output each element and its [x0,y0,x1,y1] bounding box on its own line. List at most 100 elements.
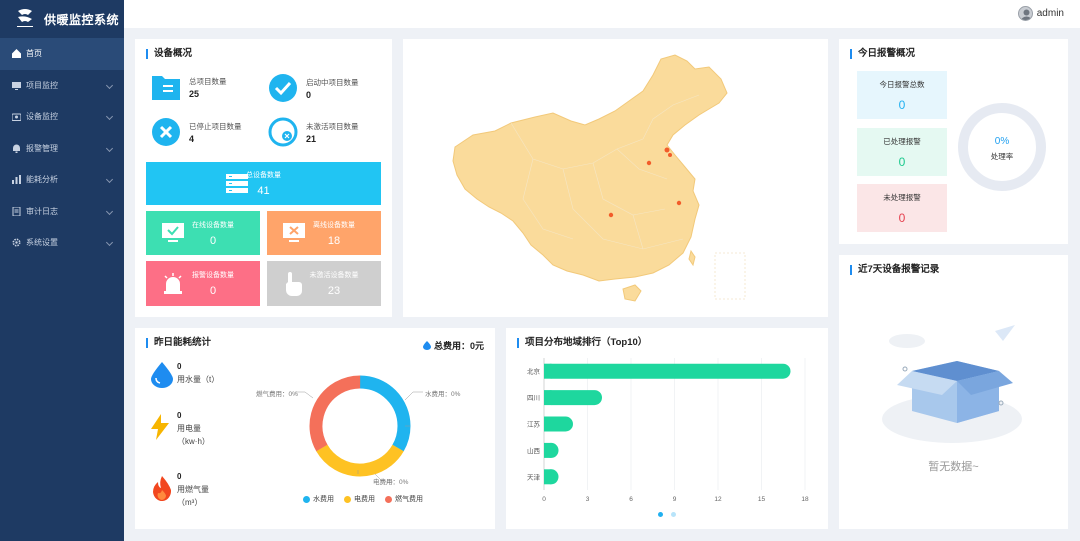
sidebar-item-5[interactable]: 能耗分析 [0,164,124,196]
y-category-label: 天津 [527,473,541,481]
user-menu[interactable]: admin [1017,6,1064,21]
alarm-box-label: 未处理报警 [883,192,921,202]
bar-base [544,442,552,458]
stat-inactive-projects: 未激活项目数量 21 [268,117,359,147]
gas-callout: 燃气费用：0% [256,391,298,398]
folder-icon [152,76,180,100]
alarm-box-value: 0 [898,97,906,112]
chevron-down-icon [105,238,114,247]
inactive-devices-tile[interactable]: 未激活设备数量 23 [267,261,381,306]
alarm-handled-box: 已处理报警 0 [857,128,947,176]
flame-icon [153,476,172,502]
offline-devices-tile[interactable]: 离线设备数量 18 [267,211,381,255]
empty-state-text: 暂无数据~ [928,461,979,473]
app-title: 供暖监控系统 [44,12,120,27]
sidebar: 供暖监控系统 首页 项目监控设备监控报警管理能耗分析 审计日志 系统设置 [0,0,124,541]
online-devices-tile[interactable]: 在线设备数量 0 [146,211,260,255]
camera-icon [12,112,21,122]
gear-icon [12,238,21,247]
south-sea-inset [714,252,746,300]
ranking-chart: 0 3 6 9 12 15 18 北京 四川 江苏 山西 天津 [506,328,828,529]
alarm-total-box: 今日报警总数 0 [857,71,947,119]
bell-icon [12,144,21,153]
bar-北京[interactable] [544,363,791,379]
sidebar-item-1[interactable]: 首页 [0,38,124,70]
marker-jiangsu[interactable] [676,200,682,206]
bar-四川[interactable] [544,390,602,406]
legend-gas[interactable]: 燃气费用 [385,494,423,504]
tile-label: 在线设备数量 [192,221,234,229]
alarm-overview-card: 今日报警概况 今日报警总数 0 已处理报警 0 未处理报警 0 0% 处理率 [839,39,1068,244]
bar-base [544,469,552,485]
stat-value: 25 [189,88,200,99]
handle-rate-ring [958,103,1046,191]
legend-electric[interactable]: 电费用 [344,494,375,504]
water-usage: 0 用水量（t） [177,362,219,385]
tile-label: 离线设备数量 [313,221,355,229]
bar-base [544,416,552,432]
app-logo: 供暖监控系统 [0,0,124,38]
map-land [452,54,728,282]
map-hainan [622,284,642,302]
map-card [403,39,828,317]
alarm-box-label: 已处理报警 [883,136,921,146]
chevron-down-icon [105,81,114,89]
y-category-label: 四川 [527,394,540,402]
alarm-box-value: 0 [898,154,906,169]
total-devices-tile[interactable]: 总设备数量 41 [146,162,381,205]
tile-label: 总设备数量 [246,172,281,179]
device-overview-card: 设备概况 总项目数量 25 启动中项目数量 0 已停止项目数量 4 未激活项目数量 21… [135,39,392,317]
user-name: admin [1036,8,1064,19]
stat-total-projects: 总项目数量 25 [151,73,227,101]
tile-value: 0 [209,285,217,297]
china-map[interactable] [403,39,828,317]
stat-label: 启动中项目数量 [306,77,359,87]
sidebar-item-4[interactable]: 报警管理 [0,133,124,165]
x-tick-label: 18 [801,496,809,503]
tile-value: 23 [327,285,341,297]
chevron-down-icon [105,144,114,152]
chevron-down-icon [105,112,114,121]
stat-value: 4 [189,133,195,144]
sidebar-item-label: 设备监控 [26,112,58,122]
chart-icon [12,175,21,185]
sidebar-item-label: 报警管理 [26,143,58,153]
marker-tianjin[interactable] [668,153,672,157]
chevron-down-icon [105,207,114,215]
x-tick-label: 12 [714,496,722,503]
check-circle-icon [269,74,297,102]
y-category-label: 北京 [527,367,541,376]
energy-total-cost: 总费用：0元 [422,339,484,352]
y-category-label: 山西 [527,446,541,455]
sidebar-item-3[interactable]: 设备监控 [0,101,124,133]
y-category-label: 江苏 [527,420,541,429]
handle-rate-percent: 0% [994,136,1010,147]
marker-sichuan[interactable] [608,212,614,218]
sidebar-item-2[interactable]: 项目监控 [0,70,124,102]
ranking-card: 项目分布地域排行（Top10） 0 3 6 9 12 15 18 北京 四川 江苏 山西 天津 [506,328,828,529]
marker-beijing[interactable] [664,147,670,153]
user-avatar-icon [1017,6,1033,21]
alarm-devices-tile[interactable]: 报警设备数量 0 [146,261,260,306]
top-bar: admin [124,0,1080,28]
donut-legend: 水费用 电费用 燃气费用 [303,494,423,504]
stat-stopped-projects: 已停止项目数量 4 [151,117,242,147]
tile-value: 41 [257,185,270,197]
siren-icon [164,272,182,294]
x-tick-label: 15 [758,496,766,503]
sidebar-item-6[interactable]: 审计日志 [0,196,124,228]
sidebar-item-7[interactable]: 系统设置 [0,227,124,259]
carousel-dot-2[interactable] [671,512,676,517]
gas-label: 用燃气量 [177,485,209,494]
x-tick-label: 6 [629,496,633,503]
tile-label: 未激活设备数量 [309,272,359,279]
marker-shanxi[interactable] [646,160,652,166]
energy-title: 昨日能耗统计 [146,338,211,348]
bar-base [544,390,552,406]
legend-water[interactable]: 水费用 [303,494,334,504]
sidebar-nav: 首页 项目监控设备监控报警管理能耗分析 审计日志 系统设置 [0,38,124,259]
electric-unit: （kw·h） [177,437,210,446]
carousel-dot-1[interactable] [658,512,663,517]
water-callout: 水费用：0% [425,391,461,398]
hand-pointer-icon [286,271,302,296]
